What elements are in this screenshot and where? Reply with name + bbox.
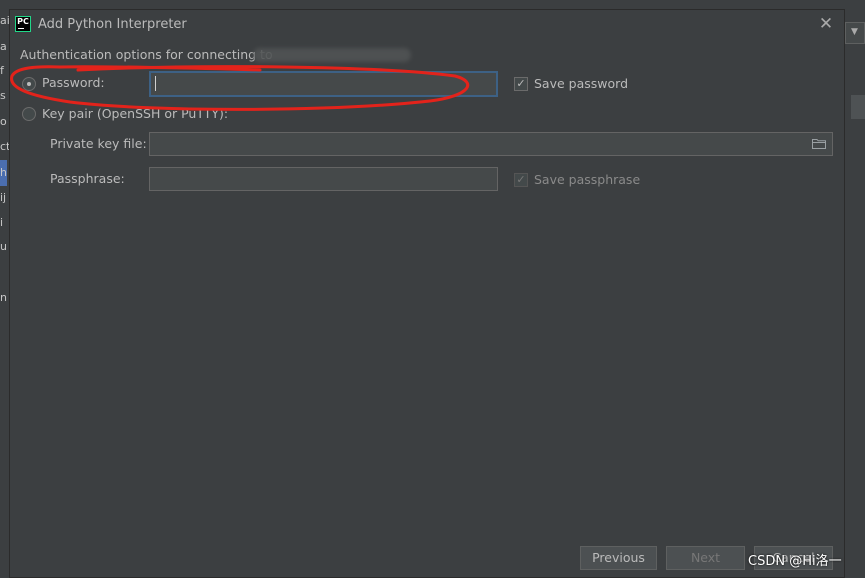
key-pair-radio[interactable] xyxy=(22,107,36,121)
private-key-file-input[interactable] xyxy=(149,132,833,156)
dialog-title: Add Python Interpreter xyxy=(38,17,187,32)
background-window-left: ai a f s o ct h ij i u n xyxy=(0,0,9,578)
add-python-interpreter-dialog: PC Add Python Interpreter ✕ Authenticati… xyxy=(9,9,845,578)
auth-description: Authentication options for connecting to xyxy=(20,47,273,62)
private-key-file-label: Private key file: xyxy=(50,136,147,151)
background-fragment: o xyxy=(0,115,7,128)
background-fragment: h xyxy=(0,166,7,179)
background-fragment: a xyxy=(0,40,7,53)
password-label: Password: xyxy=(42,75,105,90)
save-passphrase-checkbox[interactable]: ✓ xyxy=(514,173,528,187)
password-radio[interactable] xyxy=(22,77,36,91)
save-password-checkbox[interactable]: ✓ xyxy=(514,77,528,91)
passphrase-input[interactable] xyxy=(149,167,498,191)
csdn-watermark: CSDN @Hi洛一 xyxy=(748,554,842,569)
close-button[interactable]: ✕ xyxy=(816,14,836,34)
background-window-right: ▼ xyxy=(845,0,865,578)
key-pair-label: Key pair (OpenSSH or PuTTY): xyxy=(42,106,229,121)
background-fragment: ai xyxy=(0,14,9,27)
background-combo: ▼ xyxy=(845,22,865,44)
background-fragment: s xyxy=(0,89,6,102)
redacted-host xyxy=(253,48,411,62)
background-fragment: f xyxy=(0,64,4,77)
dialog-titlebar: PC Add Python Interpreter ✕ xyxy=(10,10,844,40)
background-fragment: ct xyxy=(0,140,9,153)
background-row xyxy=(851,95,865,119)
background-fragment: i xyxy=(0,216,4,229)
previous-button[interactable]: Previous xyxy=(580,546,657,570)
background-fragment: n xyxy=(0,291,7,304)
password-input[interactable] xyxy=(149,71,498,97)
save-password-label: Save password xyxy=(534,76,629,91)
background-fragment: ij xyxy=(0,191,7,204)
text-caret xyxy=(155,76,156,91)
chevron-down-icon: ▼ xyxy=(851,27,858,37)
folder-icon[interactable] xyxy=(812,138,826,149)
passphrase-label: Passphrase: xyxy=(50,171,125,186)
save-passphrase-label: Save passphrase xyxy=(534,172,641,187)
pycharm-logo-icon: PC xyxy=(15,16,31,32)
background-fragment: u xyxy=(0,240,7,253)
next-button[interactable]: Next xyxy=(666,546,745,570)
